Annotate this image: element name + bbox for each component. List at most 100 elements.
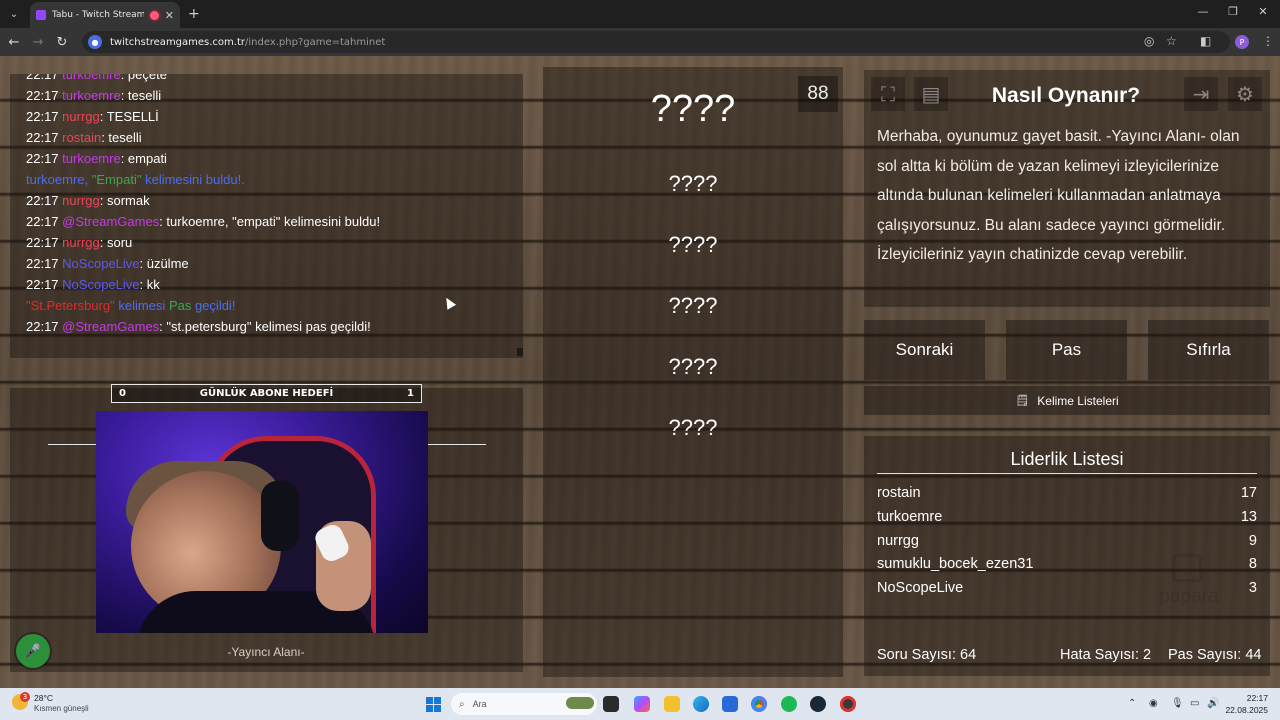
player-name: turkoemre [877,509,943,525]
edge-icon[interactable] [693,696,709,712]
task-view-icon[interactable] [603,696,619,712]
eye-off-icon[interactable]: ◎ [1144,34,1154,48]
player-score: 9 [1248,533,1257,549]
browser-tab[interactable]: Tabu - Twitch Stream Game ✕ [30,2,180,28]
site-favicon-icon [36,10,46,20]
chrome-icon[interactable] [751,696,767,712]
player-score: 3 [1248,580,1257,596]
chat-scrollbar[interactable] [517,348,523,356]
microphone-icon: 🎤 [24,643,42,659]
extensions-icon[interactable]: ◧ [1200,34,1211,48]
logout-icon: ⇥ [1192,82,1210,106]
browser-tab-strip: ⌄ Tabu - Twitch Stream Game ✕ + — ❐ ✕ [0,0,1280,28]
weather-description[interactable]: Kısmen güneşli [34,704,89,713]
minimize-button[interactable]: — [1188,5,1218,18]
copilot-icon[interactable] [634,696,650,712]
tab-title: Tabu - Twitch Stream Game [52,10,144,20]
close-tab-icon[interactable]: ✕ [165,9,174,22]
reload-button[interactable]: ↻ [50,35,74,50]
tray-app-icon[interactable]: ◉ [1149,698,1158,709]
chat-time: 22:17 [26,319,59,334]
goal-title: GÜNLÜK ABONE HEDEFİ [199,388,334,399]
chat-line: 22:17 @StreamGames: turkoemre, "empati" … [26,214,380,229]
chat-message: : soru [99,235,133,250]
subscriber-goal-bar: 0 GÜNLÜK ABONE HEDEFİ 1 [111,384,422,403]
how-to-play-text: Merhaba, oyunumuz gayet basit. -Yayıncı … [877,128,1240,263]
clock-time[interactable]: 22:17 [1228,693,1268,703]
chat-message: : teselli [101,130,142,145]
clock-date[interactable]: 22.08.2025 [1218,705,1268,715]
spotify-icon[interactable] [781,696,797,712]
divider [877,473,1257,474]
chat-username: turkoemre [62,151,121,166]
chat-time: 22:17 [26,277,59,292]
fullscreen-button[interactable]: ⛶ [871,77,905,111]
chat-line: 22:17 nurrgg: TESELLİ [26,109,159,124]
word-lists-button[interactable]: 🗒 Kelime Listeleri [864,386,1270,415]
logout-button[interactable]: ⇥ [1184,77,1218,111]
chat-message: : TESELLİ [99,109,159,124]
more-menu-icon[interactable]: ⋮ [1262,34,1274,48]
back-button[interactable]: ← [2,35,26,50]
reset-button[interactable]: Sıfırla [1148,320,1269,380]
forbidden-word: ???? [668,415,718,440]
player-score: 13 [1240,509,1257,525]
gear-icon: ⚙ [1236,82,1254,106]
weather-temperature[interactable]: 28°C [34,693,53,703]
recording-app-icon[interactable] [840,696,856,712]
start-button[interactable] [426,697,441,712]
restore-button[interactable]: ❐ [1218,5,1248,18]
steam-icon[interactable] [810,696,826,712]
watermark-text: papara [1159,586,1219,607]
tank-icon[interactable] [566,697,594,709]
fullscreen-icon: ⛶ [881,82,895,106]
player-score: 8 [1248,556,1257,572]
player-name: sumuklu_bocek_ezen31 [877,556,1034,572]
file-explorer-icon[interactable] [664,696,680,712]
tray-overflow-icon[interactable]: ⌃ [1128,698,1136,709]
pass-keyword: Pas [168,298,192,313]
chat-line: 22:17 NoScopeLive: kk [26,277,160,292]
chat-line: 22:17 nurrgg: soru [26,235,132,250]
chat-message: : kk [139,277,160,292]
forbidden-word: ???? [668,354,718,379]
microphone-tray-icon[interactable]: 🎙 [1171,698,1184,709]
chat-username: turkoemre [62,74,121,82]
profile-avatar[interactable]: P [1235,35,1249,49]
chat-message: : turkoemre, "empati" kelimesini buldu! [159,214,381,229]
site-info-icon[interactable]: ● [88,35,102,49]
weather-badge: 3 [20,692,30,702]
how-to-play-title: Nasıl Oynanır? [991,84,1141,107]
address-toolbar: ← → ↻ ● twitchstreamgames.com.tr/index.p… [0,28,1280,56]
passed-suffix: geçildi! [194,298,236,313]
next-button[interactable]: Sonraki [864,320,985,380]
forward-button[interactable]: → [26,35,50,50]
settings-button[interactable]: ⚙ [1228,77,1262,111]
error-count: Hata Sayısı: 2 [1060,647,1152,663]
chat-panel: 22:17 turkoemre: peçete 22:17 turkoemre:… [10,74,523,358]
chat-message: : empati [120,151,167,166]
search-placeholder: Ara [472,699,487,709]
forbidden-word: ???? [668,293,718,318]
bookmark-star-icon[interactable]: ☆ [1166,34,1177,48]
new-tab-button[interactable]: + [188,6,200,22]
chat-message: : "st.petersburg" kelimesi pas geçildi! [159,319,371,334]
display-icon[interactable]: ▭ [1190,698,1199,709]
leaderboard-row: turkoemre 13 [877,509,1257,525]
chat-time: 22:17 [26,235,59,250]
leaderboard-title: Liderlik Listesi [1010,449,1124,469]
chat-username: @StreamGames [62,214,160,229]
pass-button[interactable]: Pas [1006,320,1127,380]
windows-taskbar: 3 28°C Kısmen güneşli ⌕ Ara ⌃ ◉ 🎙 ▭ 🔊 22:… [0,688,1280,720]
microphone-button[interactable]: 🎤 [16,634,50,668]
address-bar[interactable]: ● twitchstreamgames.com.tr/index.php?gam… [82,31,1230,53]
chat-message: : üzülme [139,256,189,271]
close-window-button[interactable]: ✕ [1248,5,1278,18]
found-username: turkoemre, [26,172,89,187]
search-icon: ⌕ [459,698,465,710]
store-icon[interactable] [722,696,738,712]
chat-time: 22:17 [26,88,59,103]
chat-line: 22:17 NoScopeLive: üzülme [26,256,189,271]
passed-text: kelimesi [118,298,166,313]
tab-search-icon[interactable]: ⌄ [0,0,28,28]
